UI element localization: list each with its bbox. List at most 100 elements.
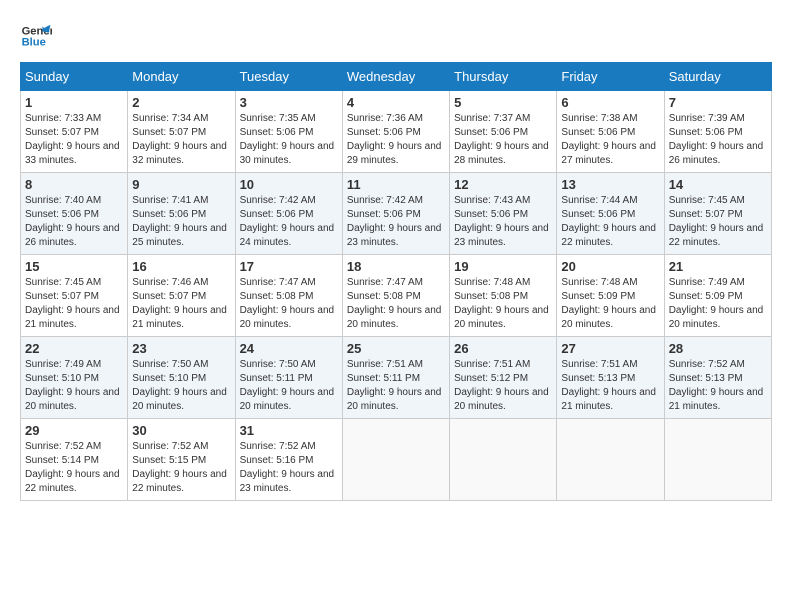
day-info: Sunrise: 7:48 AMSunset: 5:08 PMDaylight:… xyxy=(454,276,552,332)
day-number: 6 xyxy=(561,95,659,110)
day-number: 24 xyxy=(240,341,338,356)
sunset-text: Sunset: 5:11 PM xyxy=(347,373,420,384)
day-number: 27 xyxy=(561,341,659,356)
calendar-cell: 3Sunrise: 7:35 AMSunset: 5:06 PMDaylight… xyxy=(235,91,342,173)
daylight-text: Daylight: 9 hours and 20 minutes. xyxy=(132,387,227,412)
calendar-cell xyxy=(342,419,449,501)
sunrise-text: Sunrise: 7:52 AM xyxy=(669,359,745,370)
day-number: 31 xyxy=(240,423,338,438)
sunrise-text: Sunrise: 7:48 AM xyxy=(561,277,637,288)
sunset-text: Sunset: 5:07 PM xyxy=(132,127,206,138)
sunset-text: Sunset: 5:06 PM xyxy=(25,209,99,220)
day-number: 19 xyxy=(454,259,552,274)
calendar-cell: 15Sunrise: 7:45 AMSunset: 5:07 PMDayligh… xyxy=(21,255,128,337)
daylight-text: Daylight: 9 hours and 30 minutes. xyxy=(240,141,335,166)
day-number: 25 xyxy=(347,341,445,356)
sunrise-text: Sunrise: 7:40 AM xyxy=(25,195,101,206)
calendar-cell: 31Sunrise: 7:52 AMSunset: 5:16 PMDayligh… xyxy=(235,419,342,501)
day-number: 15 xyxy=(25,259,123,274)
sunset-text: Sunset: 5:08 PM xyxy=(454,291,528,302)
sunrise-text: Sunrise: 7:48 AM xyxy=(454,277,530,288)
daylight-text: Daylight: 9 hours and 23 minutes. xyxy=(240,469,335,494)
day-number: 28 xyxy=(669,341,767,356)
calendar-cell: 29Sunrise: 7:52 AMSunset: 5:14 PMDayligh… xyxy=(21,419,128,501)
day-number: 30 xyxy=(132,423,230,438)
sunset-text: Sunset: 5:14 PM xyxy=(25,455,99,466)
calendar-cell: 19Sunrise: 7:48 AMSunset: 5:08 PMDayligh… xyxy=(450,255,557,337)
daylight-text: Daylight: 9 hours and 22 minutes. xyxy=(561,223,656,248)
sunrise-text: Sunrise: 7:49 AM xyxy=(25,359,101,370)
daylight-text: Daylight: 9 hours and 20 minutes. xyxy=(347,305,442,330)
sunrise-text: Sunrise: 7:42 AM xyxy=(347,195,423,206)
daylight-text: Daylight: 9 hours and 27 minutes. xyxy=(561,141,656,166)
day-info: Sunrise: 7:43 AMSunset: 5:06 PMDaylight:… xyxy=(454,194,552,250)
daylight-text: Daylight: 9 hours and 22 minutes. xyxy=(132,469,227,494)
day-info: Sunrise: 7:47 AMSunset: 5:08 PMDaylight:… xyxy=(240,276,338,332)
day-info: Sunrise: 7:50 AM Sunset: 5:10 PM Daylight:… xyxy=(132,358,230,414)
sunset-text: Sunset: 5:09 PM xyxy=(561,291,635,302)
sunrise-text: Sunrise: 7:41 AM xyxy=(132,195,208,206)
day-info: Sunrise: 7:41 AMSunset: 5:06 PMDaylight:… xyxy=(132,194,230,250)
sunrise-text: Sunrise: 7:50 AM xyxy=(132,359,208,370)
daylight-text: Daylight: 9 hours and 22 minutes. xyxy=(669,223,764,248)
daylight-text: Daylight: 9 hours and 21 minutes. xyxy=(132,305,227,330)
day-number: 20 xyxy=(561,259,659,274)
sunset-text: Sunset: 5:07 PM xyxy=(132,291,206,302)
daylight-text: Daylight: 9 hours and 20 minutes. xyxy=(240,305,335,330)
day-number: 21 xyxy=(669,259,767,274)
calendar-cell: 27Sunrise: 7:51 AMSunset: 5:13 PMDayligh… xyxy=(557,337,664,419)
daylight-text: Daylight: 9 hours and 21 minutes. xyxy=(561,387,656,412)
day-number: 1 xyxy=(25,95,123,110)
day-info: Sunrise: 7:52 AMSunset: 5:14 PMDaylight:… xyxy=(25,440,123,496)
sunset-text: Sunset: 5:12 PM xyxy=(454,373,528,384)
day-info: Sunrise: 7:52 AMSunset: 5:13 PMDaylight:… xyxy=(669,358,767,414)
daylight-text: Daylight: 9 hours and 24 minutes. xyxy=(240,223,335,248)
calendar-cell: 21 Sunrise: 7:49 AMSunset: 5:09 PMDayligh… xyxy=(664,255,771,337)
calendar-cell: 11Sunrise: 7:42 AMSunset: 5:06 PMDayligh… xyxy=(342,173,449,255)
day-number: 23 xyxy=(132,341,230,356)
header: General Blue xyxy=(20,20,772,52)
sunrise-text: Sunrise: 7:34 AM xyxy=(132,113,208,124)
day-number: 2 xyxy=(132,95,230,110)
sunrise-text: Sunrise: 7:43 AM xyxy=(454,195,530,206)
sunset-text: Sunset: 5:06 PM xyxy=(240,127,314,138)
logo-icon: General Blue xyxy=(20,20,52,52)
calendar-header-friday: Friday xyxy=(557,63,664,91)
day-info: Sunrise: 7:46 AMSunset: 5:07 PMDaylight:… xyxy=(132,276,230,332)
day-number: 14 xyxy=(669,177,767,192)
calendar-cell: 25 Sunrise: 7:51 AMSunset: 5:11 PMDayligh… xyxy=(342,337,449,419)
calendar-header-monday: Monday xyxy=(128,63,235,91)
sunrise-text: Sunrise: 7:52 AM xyxy=(240,441,316,452)
sunset-text: Sunset: 5:08 PM xyxy=(347,291,421,302)
logo: General Blue xyxy=(20,20,52,52)
sunset-text: Sunset: 5:06 PM xyxy=(454,209,528,220)
calendar-cell: 5Sunrise: 7:37 AMSunset: 5:06 PMDaylight… xyxy=(450,91,557,173)
daylight-text: Daylight: 9 hours and 20 minutes. xyxy=(240,387,335,412)
sunset-text: Sunset: 5:15 PM xyxy=(132,455,206,466)
day-info: Sunrise: 7:51 AMSunset: 5:12 PMDaylight:… xyxy=(454,358,552,414)
sunrise-text: Sunrise: 7:38 AM xyxy=(561,113,637,124)
calendar-header-sunday: Sunday xyxy=(21,63,128,91)
day-info: Sunrise: 7:51 AMSunset: 5:11 PMDaylight:… xyxy=(347,358,445,414)
day-number: 9 xyxy=(132,177,230,192)
day-number: 8 xyxy=(25,177,123,192)
sunrise-text: Sunrise: 7:52 AM xyxy=(132,441,208,452)
sunrise-text: Sunrise: 7:51 AM xyxy=(561,359,637,370)
day-number: 18 xyxy=(347,259,445,274)
sunset-text: Sunset: 5:10 PM xyxy=(132,373,206,384)
day-number: 7 xyxy=(669,95,767,110)
day-info: Sunrise: 7:52 AM Sunset: 5:15 PM Daylight:… xyxy=(132,440,230,496)
day-number: 3 xyxy=(240,95,338,110)
calendar-cell: 24Sunrise: 7:50 AMSunset: 5:11 PMDayligh… xyxy=(235,337,342,419)
day-info: Sunrise: 7:48 AMSunset: 5:09 PMDaylight:… xyxy=(561,276,659,332)
day-number: 16 xyxy=(132,259,230,274)
calendar-week-2: 15Sunrise: 7:45 AMSunset: 5:07 PMDayligh… xyxy=(21,255,772,337)
calendar-cell: 26Sunrise: 7:51 AMSunset: 5:12 PMDayligh… xyxy=(450,337,557,419)
sunrise-text: Sunrise: 7:37 AM xyxy=(454,113,530,124)
daylight-text: Daylight: 9 hours and 26 minutes. xyxy=(25,223,120,248)
day-info: Sunrise: 7:34 AMSunset: 5:07 PMDaylight:… xyxy=(132,112,230,168)
calendar-cell: 20Sunrise: 7:48 AMSunset: 5:09 PMDayligh… xyxy=(557,255,664,337)
sunset-text: Sunset: 5:07 PM xyxy=(25,127,99,138)
day-info: Sunrise: 7:49 AMSunset: 5:09 PMDaylight:… xyxy=(669,276,767,332)
sunset-text: Sunset: 5:06 PM xyxy=(669,127,743,138)
